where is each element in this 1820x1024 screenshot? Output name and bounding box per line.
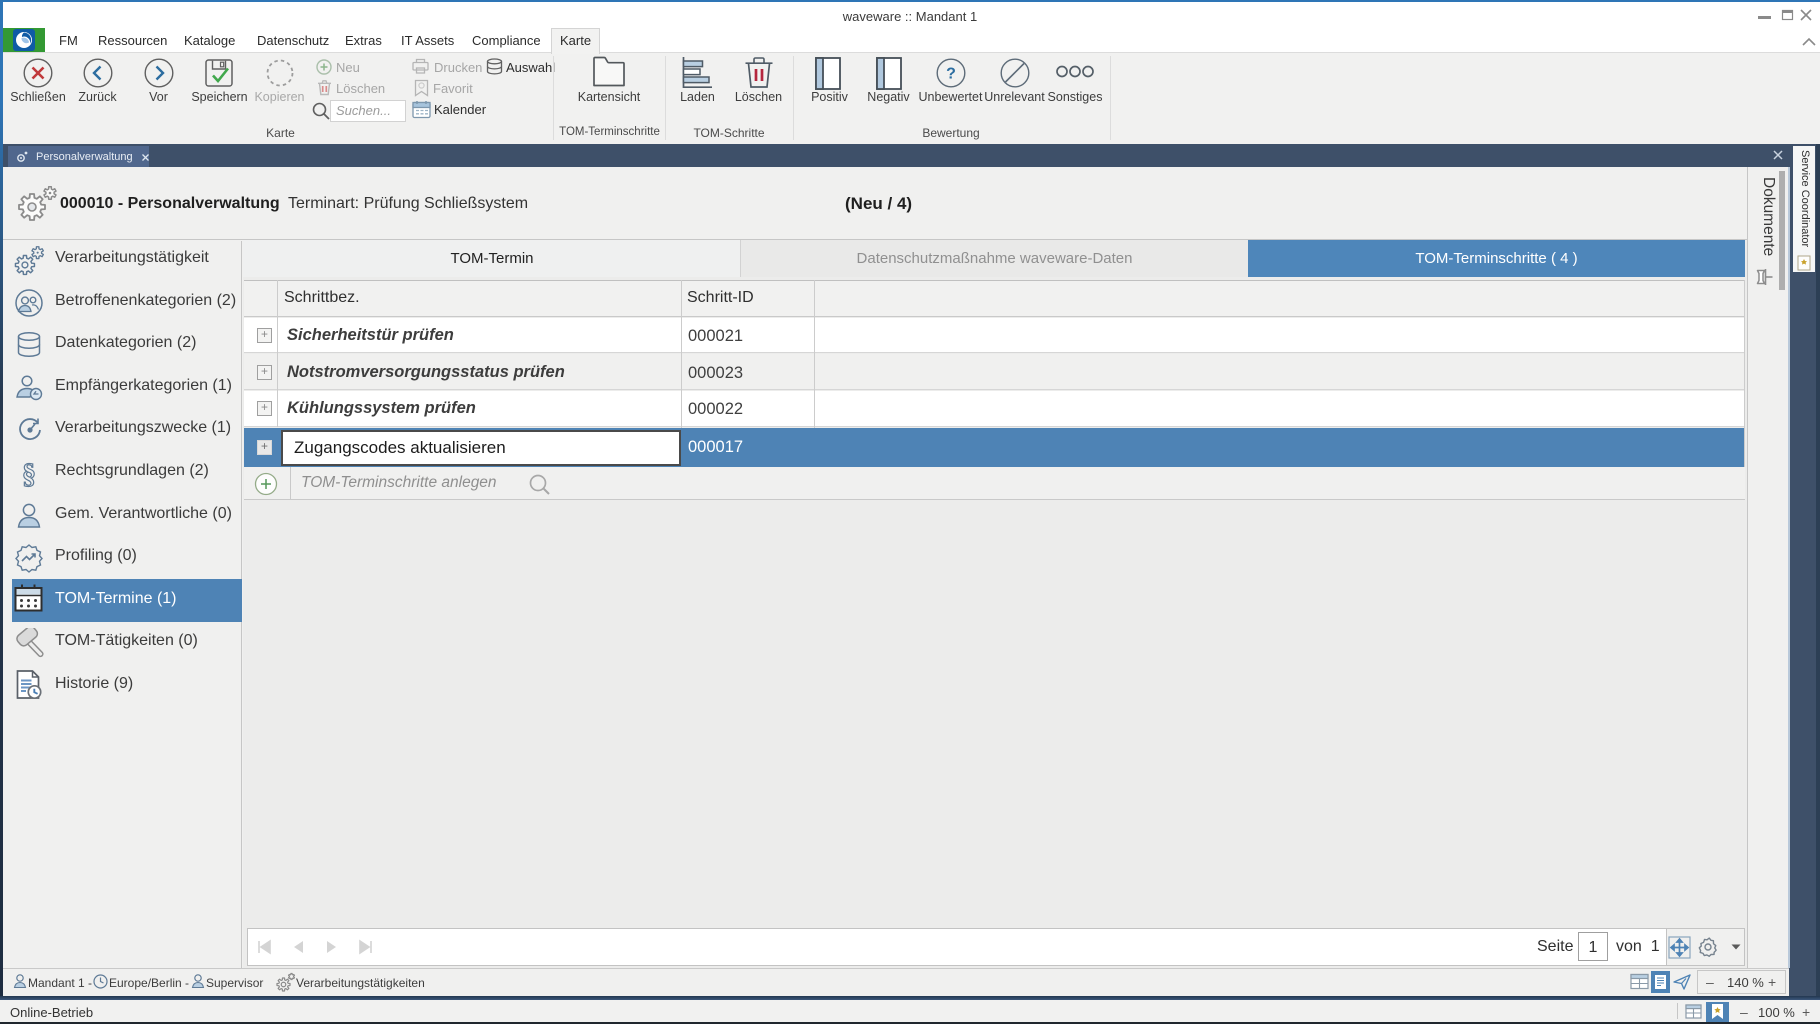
svg-text:?: ? [946,66,956,83]
svg-text:§: § [22,459,36,488]
